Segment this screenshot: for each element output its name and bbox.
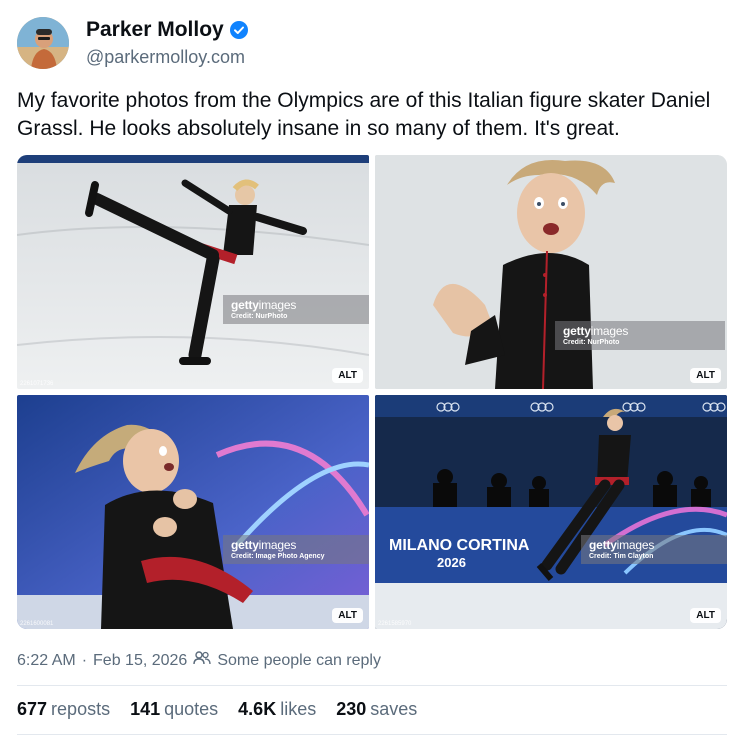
getty-watermark: gettyimages Credit: Tim Clayton <box>581 535 727 564</box>
milano-cortina-banner: MILANO CORTINA 2026 <box>389 537 530 570</box>
getty-watermark: gettyimages Credit: NurPhoto <box>555 321 725 350</box>
image-id: 2261585970 <box>378 621 412 627</box>
post-text: My favorite photos from the Olympics are… <box>17 89 711 140</box>
reply-setting: Some people can reply <box>217 651 381 669</box>
getty-watermark: gettyimages Credit: Image Photo Agency <box>223 535 369 564</box>
getty-watermark: gettyimages Credit: NurPhoto <box>223 295 369 324</box>
meta-separator: · <box>81 651 88 669</box>
image-id: 2261600081 <box>20 621 54 627</box>
skater-blue-backdrop-photo <box>17 395 369 629</box>
stat-quotes[interactable]: 141 quotes <box>130 699 218 720</box>
skater-jump-arena-photo <box>375 395 727 629</box>
post-timestamp[interactable]: 6:22 AM <box>17 652 76 670</box>
alt-badge[interactable]: ALT <box>332 368 363 383</box>
post-image-3[interactable]: gettyimages Credit: Image Photo Agency 2… <box>17 395 369 629</box>
photo-credit: Credit: NurPhoto <box>563 339 620 346</box>
divider <box>17 685 727 686</box>
stat-reposts[interactable]: 677 reposts <box>17 699 110 720</box>
skater-closeup-photo <box>375 155 727 389</box>
photo-credit: Credit: Tim Clayton <box>589 553 654 560</box>
post-meta: 6:22 AM · Feb 15, 2026 Some people can r… <box>17 650 381 671</box>
alt-badge[interactable]: ALT <box>690 608 721 623</box>
post-image-1[interactable]: gettyimages Credit: NurPhoto 2261071736 … <box>17 155 369 389</box>
photo-credit: Credit: NurPhoto <box>231 313 288 320</box>
author-display-name[interactable]: Parker Molloy <box>86 18 224 42</box>
alt-badge[interactable]: ALT <box>332 608 363 623</box>
post-date[interactable]: Feb 15, 2026 <box>93 652 187 670</box>
post-image-4[interactable]: MILANO CORTINA 2026 gettyimages Credit: … <box>375 395 727 629</box>
author-handle[interactable]: @parkermolloy.com <box>86 47 245 68</box>
photo-credit: Credit: Image Photo Agency <box>231 553 325 560</box>
stat-saves[interactable]: 230 saves <box>336 699 417 720</box>
skater-arabesque-photo <box>17 155 369 389</box>
image-grid: gettyimages Credit: NurPhoto 2261071736 … <box>17 155 727 629</box>
stat-likes[interactable]: 4.6K likes <box>238 699 316 720</box>
avatar[interactable] <box>17 17 69 69</box>
post-image-2[interactable]: gettyimages Credit: NurPhoto ALT <box>375 155 727 389</box>
verified-badge-icon <box>229 21 248 39</box>
post-stats: 677 reposts 141 quotes 4.6K likes 230 saves <box>17 699 417 720</box>
image-id: 2261071736 <box>20 381 54 387</box>
avatar-image <box>17 17 69 69</box>
alt-badge[interactable]: ALT <box>690 368 721 383</box>
people-icon <box>193 650 211 671</box>
divider <box>17 734 727 735</box>
author-name-row: Parker Molloy <box>86 18 248 42</box>
